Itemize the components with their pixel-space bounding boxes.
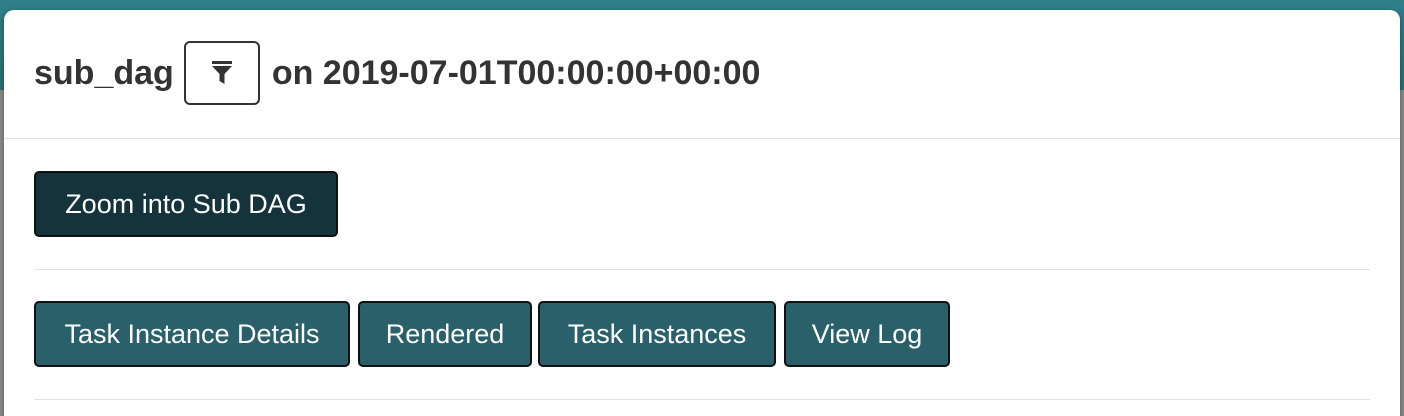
modal-title: sub_dag on 2019-07-01T00:00:00+00:00 bbox=[34, 40, 760, 106]
rendered-button[interactable]: Rendered bbox=[358, 301, 532, 367]
task-id-label: sub_dag bbox=[34, 53, 174, 92]
filter-icon bbox=[211, 61, 232, 84]
modal-header: sub_dag on 2019-07-01T00:00:00+00:00 bbox=[4, 10, 1400, 139]
section-divider bbox=[34, 399, 1370, 400]
task-instance-modal: sub_dag on 2019-07-01T00:00:00+00:00 Zoo… bbox=[4, 10, 1400, 416]
filter-upstream-button[interactable] bbox=[183, 41, 260, 105]
section-divider bbox=[34, 269, 1370, 270]
execution-date-label: on 2019-07-01T00:00:00+00:00 bbox=[271, 53, 761, 92]
zoom-into-subdag-button[interactable]: Zoom into Sub DAG bbox=[34, 171, 338, 237]
task-instances-button[interactable]: Task Instances bbox=[538, 301, 776, 367]
task-instance-details-button[interactable]: Task Instance Details bbox=[34, 301, 350, 367]
view-log-button[interactable]: View Log bbox=[784, 301, 950, 367]
